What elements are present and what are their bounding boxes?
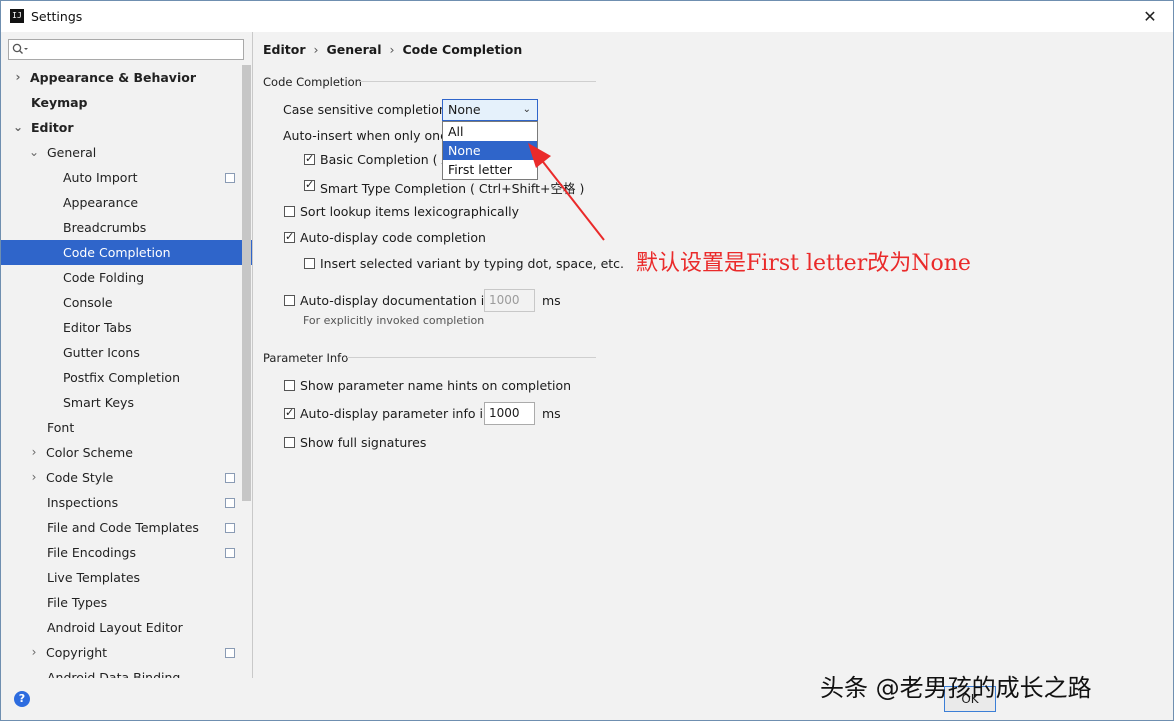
- watermark-text: 头条 @老男孩的成长之路: [820, 674, 1092, 702]
- annotation-arrow: [528, 143, 605, 241]
- annotation-text: 默认设置是First letter改为None: [636, 251, 971, 276]
